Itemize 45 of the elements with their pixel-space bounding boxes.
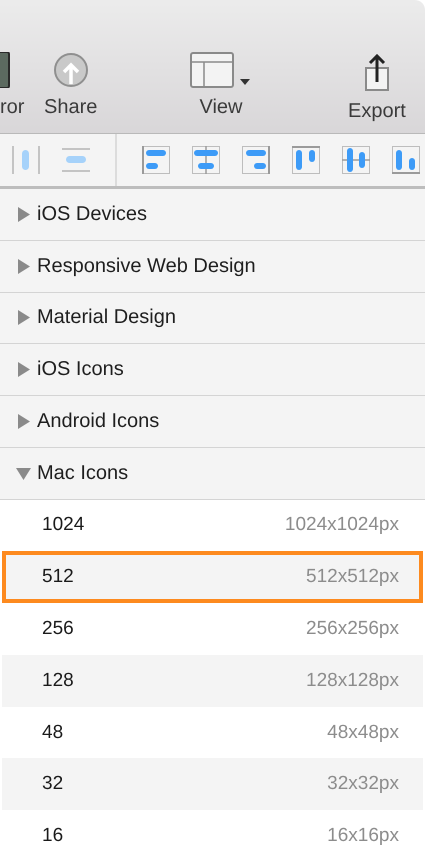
size-row[interactable]: 512 512x512px	[2, 551, 423, 604]
group-header[interactable]: Android Icons	[0, 396, 425, 448]
size-name: 32	[42, 773, 64, 796]
size-dimensions: 512x512px	[306, 566, 399, 588]
device-icon	[0, 52, 10, 88]
group-header[interactable]: Mac Icons	[0, 448, 425, 500]
align-middle-button[interactable]	[342, 146, 370, 174]
share-icon	[52, 52, 89, 88]
toolbar-label[interactable]: Export	[348, 100, 406, 123]
toolbar-label[interactable]: ror	[0, 96, 24, 119]
size-dimensions: 16x16px	[327, 825, 399, 848]
group-header[interactable]: iOS Icons	[0, 344, 425, 396]
align-left-button[interactable]	[142, 146, 170, 174]
group-label: Material Design	[37, 306, 176, 330]
size-dimensions: 1024x1024px	[284, 514, 399, 536]
size-name: 128	[42, 670, 74, 692]
size-row[interactable]: 1024 1024x1024px	[2, 500, 423, 552]
group-label: iOS Devices	[37, 202, 148, 226]
group-label: Android Icons	[37, 410, 160, 433]
group-header[interactable]: Material Design	[0, 292, 425, 344]
size-dimensions: 128x128px	[306, 670, 399, 692]
align-top-button[interactable]	[292, 146, 320, 174]
size-name: 16	[42, 825, 64, 848]
align-bottom-button[interactable]	[392, 146, 420, 174]
group-label: iOS Icons	[37, 358, 124, 382]
size-name: 512	[42, 566, 74, 588]
group-label: Mac Icons	[37, 462, 128, 485]
group-header[interactable]: Responsive Web Design	[0, 240, 425, 293]
toolbar-label[interactable]: View	[200, 96, 242, 119]
size-dimensions: 256x256px	[306, 618, 399, 640]
align-center-button[interactable]	[192, 146, 220, 174]
size-dimensions: 48x48px	[327, 722, 399, 744]
size-name: 48	[42, 722, 64, 744]
export-icon	[364, 52, 390, 92]
align-right-button[interactable]	[242, 146, 270, 174]
size-row[interactable]: 128 128x128px	[2, 654, 423, 707]
size-name: 256	[42, 618, 74, 640]
size-row[interactable]: 48 48x48px	[2, 706, 423, 758]
group-label: Responsive Web Design	[37, 254, 256, 278]
size-dimensions: 32x32px	[327, 773, 399, 796]
toolbar-label[interactable]: Share	[44, 96, 98, 119]
view-icon	[190, 52, 252, 88]
size-row[interactable]: 32 32x32px	[2, 758, 423, 810]
group-header[interactable]: iOS Devices	[0, 189, 425, 241]
size-name: 1024	[42, 514, 84, 536]
